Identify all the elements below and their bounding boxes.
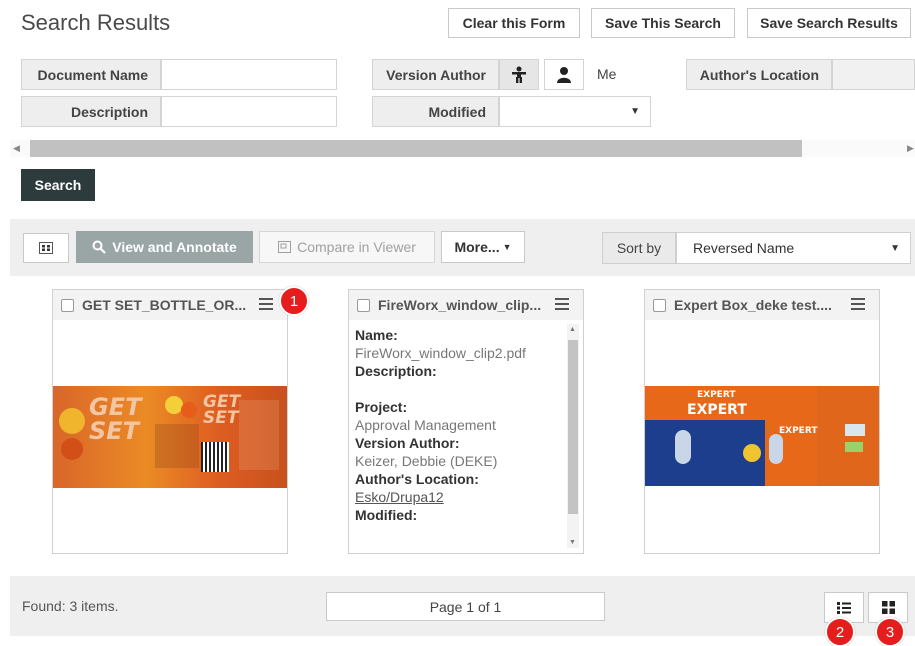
card-title[interactable]: GET SET_BOTTLE_OR... [82, 297, 248, 313]
page-title: Search Results [21, 10, 171, 35]
card-header: FireWorx_window_clip... [349, 290, 583, 320]
scroll-left-icon[interactable]: ◀ [13, 143, 20, 154]
getset-thumb-word-1: GET [89, 393, 142, 421]
found-count: Found: 3 items. [22, 598, 119, 614]
scroll-right-icon[interactable]: ▶ [907, 143, 914, 154]
description-label: Description [21, 96, 161, 127]
barcode-icon [201, 442, 229, 472]
location-link[interactable]: Esko/Drupa12 [355, 488, 565, 506]
clear-form-button[interactable]: Clear this Form [448, 8, 580, 38]
scroll-up-icon[interactable]: ▲ [569, 326, 576, 333]
description-info-label: Description: [355, 363, 437, 379]
getset-thumbnail[interactable]: GET SET GET SET [53, 386, 287, 488]
caret-down-icon: ▼ [502, 242, 512, 252]
user-icon [557, 66, 571, 83]
card-scrollbar[interactable]: ▲ ▼ [567, 324, 579, 548]
expert-thumb-word-2: EXPERT [687, 402, 747, 418]
result-card[interactable]: GET SET_BOTTLE_OR... GET SET GET SET [52, 289, 288, 554]
getset-thumb-word-4: SET [203, 408, 239, 428]
select-all-toggle[interactable] [23, 233, 69, 263]
list-view-icon [837, 601, 851, 614]
name-label: Name: [355, 327, 398, 343]
version-author-label: Version Author [372, 59, 499, 90]
callout-badge-2: 2 [825, 617, 855, 646]
version-author-info-label: Version Author: [355, 435, 460, 451]
callout-badge-3: 3 [875, 617, 905, 646]
modified-info-label: Modified: [355, 507, 418, 523]
document-name-label: Document Name [21, 59, 161, 90]
view-annotate-button[interactable]: View and Annotate [76, 231, 253, 263]
callout-badge-1: 1 [279, 286, 309, 316]
form-scrollbar-thumb[interactable] [30, 140, 802, 157]
scroll-down-icon[interactable]: ▼ [569, 539, 576, 546]
grid-select-icon [39, 242, 53, 254]
me-label: Me [597, 66, 617, 82]
compare-label: Compare in Viewer [297, 239, 416, 255]
card-title[interactable]: Expert Box_deke test.... [674, 297, 840, 313]
pagination[interactable]: Page 1 of 1 [326, 592, 605, 621]
card-scrollbar-thumb[interactable] [568, 340, 578, 514]
more-button[interactable]: More... ▼ [441, 231, 525, 263]
magnifier-icon [92, 240, 107, 254]
any-author-toggle[interactable] [499, 59, 539, 90]
name-value: FireWorx_window_clip2.pdf [355, 345, 526, 361]
card-checkbox[interactable] [357, 298, 370, 312]
modified-label: Modified [372, 96, 499, 127]
modified-select[interactable]: ▼ [499, 96, 651, 127]
hamburger-menu-icon[interactable] [259, 298, 273, 310]
sort-value: Reversed Name [693, 240, 795, 256]
expert-thumbnail[interactable]: EXPERT EXPERT EXPERT [645, 386, 879, 486]
hamburger-menu-icon[interactable] [851, 298, 865, 310]
card-title[interactable]: FireWorx_window_clip... [378, 297, 544, 313]
expert-thumb-word-1: EXPERT [697, 390, 736, 400]
card-header: Expert Box_deke test.... [645, 290, 879, 320]
project-label: Project: [355, 399, 408, 415]
compare-button[interactable]: Compare in Viewer [259, 231, 435, 263]
location-label: Author's Location: [355, 471, 479, 487]
authors-location-label: Author's Location [686, 59, 832, 90]
document-name-input[interactable] [161, 59, 337, 90]
caret-down-icon: ▼ [890, 242, 900, 254]
card-info-panel: Name: FireWorx_window_clip2.pdf Descript… [355, 326, 565, 524]
result-card[interactable]: FireWorx_window_clip... Name: FireWorx_w… [348, 289, 584, 554]
save-results-button[interactable]: Save Search Results [747, 8, 911, 38]
card-header: GET SET_BOTTLE_OR... [53, 290, 287, 320]
hamburger-menu-icon[interactable] [555, 298, 569, 310]
me-author-toggle[interactable] [544, 59, 584, 90]
search-button[interactable]: Search [21, 169, 95, 201]
sort-by-label: Sort by [602, 232, 676, 264]
more-label: More... [454, 239, 500, 255]
sort-select[interactable]: Reversed Name ▼ [676, 232, 911, 264]
caret-down-icon: ▼ [630, 106, 640, 117]
expert-thumb-word-3: EXPERT [779, 426, 818, 436]
result-card[interactable]: Expert Box_deke test.... EXPERT EXPERT E… [644, 289, 880, 554]
getset-thumb-word-2: SET [89, 417, 140, 445]
project-value: Approval Management [355, 417, 496, 433]
version-author-value: Keizer, Debbie (DEKE) [355, 453, 498, 469]
person-arms-icon [512, 66, 526, 83]
card-checkbox[interactable] [61, 298, 74, 312]
description-input[interactable] [161, 96, 337, 127]
save-search-button[interactable]: Save This Search [591, 8, 735, 38]
grid-view-icon [881, 601, 895, 614]
compare-icon [278, 241, 292, 253]
card-checkbox[interactable] [653, 298, 666, 312]
view-annotate-label: View and Annotate [112, 239, 237, 255]
authors-location-input[interactable] [832, 59, 915, 90]
